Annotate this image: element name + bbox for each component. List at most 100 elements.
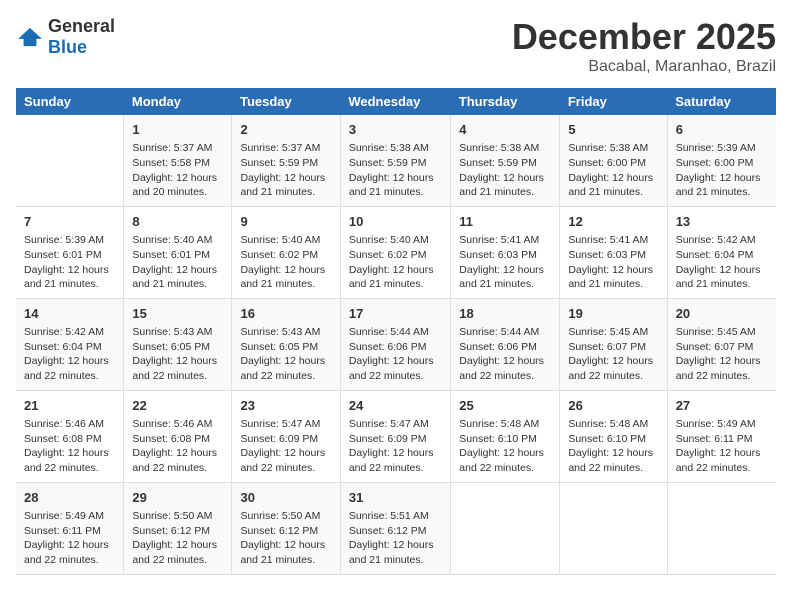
day-number: 7 [24, 213, 115, 231]
day-number: 2 [240, 121, 331, 139]
day-number: 20 [676, 305, 768, 323]
calendar-cell: 13 Sunrise: 5:42 AM Sunset: 6:04 PM Dayli… [667, 206, 776, 298]
day-number: 4 [459, 121, 551, 139]
day-number: 22 [132, 397, 223, 415]
week-row-1: 1Sunrise: 5:37 AM Sunset: 5:58 PM Daylig… [16, 115, 776, 206]
day-info: Sunrise: 5:39 AM Sunset: 6:01 PM Dayligh… [24, 233, 115, 292]
logo: General Blue [16, 16, 115, 58]
day-info: Sunrise: 5:48 AM Sunset: 6:10 PM Dayligh… [568, 417, 658, 476]
day-info: Sunrise: 5:46 AM Sunset: 6:08 PM Dayligh… [24, 417, 115, 476]
day-info: Sunrise: 5:43 AM Sunset: 6:05 PM Dayligh… [132, 325, 223, 384]
day-number: 19 [568, 305, 658, 323]
calendar-cell: 30 Sunrise: 5:50 AM Sunset: 6:12 PM Dayli… [232, 482, 340, 574]
day-number: 29 [132, 489, 223, 507]
day-number: 17 [349, 305, 442, 323]
day-number: 31 [349, 489, 442, 507]
day-info: Sunrise: 5:45 AM Sunset: 6:07 PM Dayligh… [568, 325, 658, 384]
week-row-4: 21 Sunrise: 5:46 AM Sunset: 6:08 PM Dayli… [16, 390, 776, 482]
day-info: Sunrise: 5:44 AM Sunset: 6:06 PM Dayligh… [459, 325, 551, 384]
calendar-cell: 12 Sunrise: 5:41 AM Sunset: 6:03 PM Dayli… [560, 206, 667, 298]
header: General Blue December 2025 Bacabal, Mara… [16, 16, 776, 76]
weekday-header-wednesday: Wednesday [340, 88, 450, 115]
location-title: Bacabal, Maranhao, Brazil [512, 58, 776, 76]
calendar-cell: 17Sunrise: 5:44 AM Sunset: 6:06 PM Dayli… [340, 298, 450, 390]
day-number: 28 [24, 489, 115, 507]
day-number: 14 [24, 305, 115, 323]
calendar-cell [451, 482, 560, 574]
day-info: Sunrise: 5:51 AM Sunset: 6:12 PM Dayligh… [349, 509, 442, 568]
calendar-cell [16, 115, 124, 206]
day-info: Sunrise: 5:37 AM Sunset: 5:58 PM Dayligh… [132, 141, 223, 200]
calendar-cell: 22Sunrise: 5:46 AM Sunset: 6:08 PM Dayli… [124, 390, 232, 482]
calendar-cell: 1Sunrise: 5:37 AM Sunset: 5:58 PM Daylig… [124, 115, 232, 206]
day-number: 30 [240, 489, 331, 507]
calendar-cell: 23 Sunrise: 5:47 AM Sunset: 6:09 PM Dayli… [232, 390, 340, 482]
calendar-cell: 29Sunrise: 5:50 AM Sunset: 6:12 PM Dayli… [124, 482, 232, 574]
day-number: 13 [676, 213, 768, 231]
day-info: Sunrise: 5:43 AM Sunset: 6:05 PM Dayligh… [240, 325, 331, 384]
day-info: Sunrise: 5:40 AM Sunset: 6:01 PM Dayligh… [132, 233, 223, 292]
day-info: Sunrise: 5:47 AM Sunset: 6:09 PM Dayligh… [349, 417, 442, 476]
weekday-header-thursday: Thursday [451, 88, 560, 115]
calendar-cell: 20 Sunrise: 5:45 AM Sunset: 6:07 PM Dayli… [667, 298, 776, 390]
calendar-cell: 21 Sunrise: 5:46 AM Sunset: 6:08 PM Dayli… [16, 390, 124, 482]
calendar-cell: 28 Sunrise: 5:49 AM Sunset: 6:11 PM Dayli… [16, 482, 124, 574]
calendar-cell: 31 Sunrise: 5:51 AM Sunset: 6:12 PM Dayli… [340, 482, 450, 574]
day-info: Sunrise: 5:47 AM Sunset: 6:09 PM Dayligh… [240, 417, 331, 476]
calendar-cell: 18 Sunrise: 5:44 AM Sunset: 6:06 PM Dayli… [451, 298, 560, 390]
day-number: 12 [568, 213, 658, 231]
logo-icon [16, 26, 44, 48]
calendar-cell: 4 Sunrise: 5:38 AM Sunset: 5:59 PM Daylig… [451, 115, 560, 206]
calendar-cell: 2 Sunrise: 5:37 AM Sunset: 5:59 PM Daylig… [232, 115, 340, 206]
day-number: 6 [676, 121, 768, 139]
day-info: Sunrise: 5:41 AM Sunset: 6:03 PM Dayligh… [568, 233, 658, 292]
month-title: December 2025 [512, 16, 776, 58]
day-info: Sunrise: 5:42 AM Sunset: 6:04 PM Dayligh… [676, 233, 768, 292]
calendar-cell: 25Sunrise: 5:48 AM Sunset: 6:10 PM Dayli… [451, 390, 560, 482]
day-number: 26 [568, 397, 658, 415]
weekday-header-tuesday: Tuesday [232, 88, 340, 115]
day-info: Sunrise: 5:38 AM Sunset: 5:59 PM Dayligh… [349, 141, 442, 200]
calendar-cell: 26 Sunrise: 5:48 AM Sunset: 6:10 PM Dayli… [560, 390, 667, 482]
weekday-header-friday: Friday [560, 88, 667, 115]
logo-blue: Blue [48, 37, 87, 57]
day-number: 11 [459, 213, 551, 231]
day-number: 23 [240, 397, 331, 415]
calendar-cell: 24Sunrise: 5:47 AM Sunset: 6:09 PM Dayli… [340, 390, 450, 482]
calendar-cell: 9Sunrise: 5:40 AM Sunset: 6:02 PM Daylig… [232, 206, 340, 298]
day-number: 25 [459, 397, 551, 415]
day-number: 8 [132, 213, 223, 231]
day-number: 18 [459, 305, 551, 323]
calendar-cell: 27 Sunrise: 5:49 AM Sunset: 6:11 PM Dayli… [667, 390, 776, 482]
day-info: Sunrise: 5:40 AM Sunset: 6:02 PM Dayligh… [240, 233, 331, 292]
day-number: 3 [349, 121, 442, 139]
week-row-3: 14Sunrise: 5:42 AM Sunset: 6:04 PM Dayli… [16, 298, 776, 390]
calendar-cell: 15 Sunrise: 5:43 AM Sunset: 6:05 PM Dayli… [124, 298, 232, 390]
day-number: 27 [676, 397, 768, 415]
weekday-header-saturday: Saturday [667, 88, 776, 115]
day-info: Sunrise: 5:49 AM Sunset: 6:11 PM Dayligh… [24, 509, 115, 568]
day-number: 5 [568, 121, 658, 139]
weekday-header-sunday: Sunday [16, 88, 124, 115]
day-info: Sunrise: 5:38 AM Sunset: 5:59 PM Dayligh… [459, 141, 551, 200]
calendar-cell [560, 482, 667, 574]
calendar-cell: 14Sunrise: 5:42 AM Sunset: 6:04 PM Dayli… [16, 298, 124, 390]
day-info: Sunrise: 5:45 AM Sunset: 6:07 PM Dayligh… [676, 325, 768, 384]
day-info: Sunrise: 5:50 AM Sunset: 6:12 PM Dayligh… [240, 509, 331, 568]
calendar-cell: 19 Sunrise: 5:45 AM Sunset: 6:07 PM Dayli… [560, 298, 667, 390]
title-area: December 2025 Bacabal, Maranhao, Brazil [512, 16, 776, 76]
calendar-cell: 3 Sunrise: 5:38 AM Sunset: 5:59 PM Daylig… [340, 115, 450, 206]
day-number: 10 [349, 213, 442, 231]
day-info: Sunrise: 5:49 AM Sunset: 6:11 PM Dayligh… [676, 417, 768, 476]
day-info: Sunrise: 5:38 AM Sunset: 6:00 PM Dayligh… [568, 141, 658, 200]
logo-general: General [48, 16, 115, 36]
calendar-cell: 10Sunrise: 5:40 AM Sunset: 6:02 PM Dayli… [340, 206, 450, 298]
day-number: 21 [24, 397, 115, 415]
week-row-5: 28 Sunrise: 5:49 AM Sunset: 6:11 PM Dayli… [16, 482, 776, 574]
day-number: 15 [132, 305, 223, 323]
calendar-table: SundayMondayTuesdayWednesdayThursdayFrid… [16, 88, 776, 575]
calendar-cell: 7 Sunrise: 5:39 AM Sunset: 6:01 PM Daylig… [16, 206, 124, 298]
day-info: Sunrise: 5:37 AM Sunset: 5:59 PM Dayligh… [240, 141, 331, 200]
weekday-header-row: SundayMondayTuesdayWednesdayThursdayFrid… [16, 88, 776, 115]
calendar-cell: 5 Sunrise: 5:38 AM Sunset: 6:00 PM Daylig… [560, 115, 667, 206]
